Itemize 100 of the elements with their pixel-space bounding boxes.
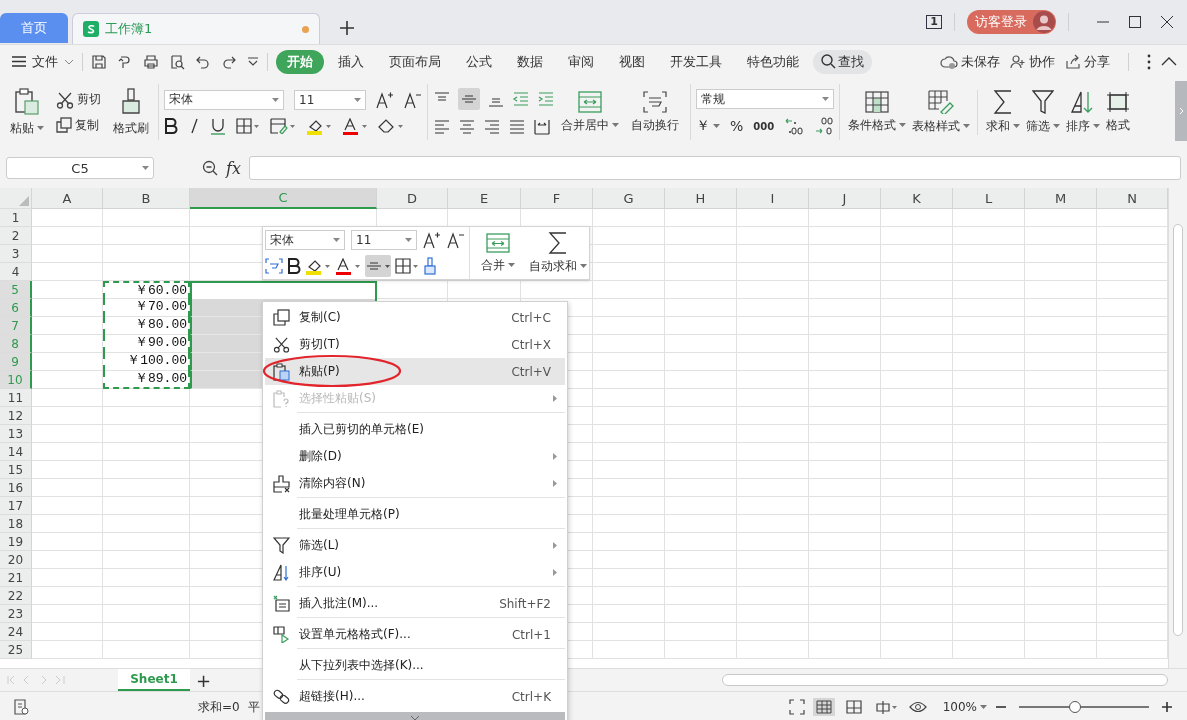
more-icon[interactable]	[1147, 53, 1151, 70]
maximize-icon[interactable]	[1129, 16, 1141, 28]
borders-icon[interactable]	[395, 258, 419, 274]
fullscreen-icon[interactable]	[788, 699, 805, 715]
column-header[interactable]: A	[32, 188, 103, 209]
italic-icon[interactable]	[188, 118, 200, 134]
wrap-text-button[interactable]: 自动换行	[625, 90, 685, 134]
ribbon-tool-button[interactable]: 求和	[977, 89, 1024, 135]
name-box[interactable]: C5	[6, 157, 154, 179]
print-preview-icon[interactable]	[169, 53, 185, 70]
row-header[interactable]: 18	[0, 515, 32, 533]
font-color-icon[interactable]	[342, 117, 368, 135]
justify-icon[interactable]	[508, 118, 526, 136]
font-size-field[interactable]: 11	[294, 89, 366, 110]
zoom-in-icon[interactable]	[1161, 701, 1173, 713]
row-header[interactable]: 3	[0, 245, 32, 263]
copy-button[interactable]: 复制	[56, 116, 101, 134]
bold-icon[interactable]	[164, 118, 178, 134]
font-name-field[interactable]: 宋体	[265, 230, 345, 250]
export-icon[interactable]	[117, 53, 133, 70]
zoom-slider-thumb[interactable]	[1068, 701, 1081, 713]
action-button[interactable]: 未保存	[940, 52, 1000, 71]
ribbon-tab[interactable]: 视图	[608, 49, 656, 74]
menu-item[interactable]: 粘贴(P) Ctrl+V	[265, 358, 565, 385]
distribute-icon[interactable]	[533, 118, 551, 136]
ribbon-tab[interactable]: 插入	[327, 49, 375, 74]
file-menu[interactable]: 文件	[12, 52, 74, 71]
row-header[interactable]: 22	[0, 587, 32, 605]
column-header[interactable]: M	[1025, 188, 1097, 209]
ribbon-tab[interactable]: 页面布局	[378, 49, 452, 74]
eye-icon[interactable]	[908, 700, 927, 714]
align-middle-icon[interactable]	[458, 88, 480, 110]
page-count-badge[interactable]: 1	[926, 15, 942, 29]
zoom-icon[interactable]	[202, 160, 218, 176]
paste-button[interactable]: 粘贴	[6, 87, 48, 137]
add-sheet-button[interactable]: +	[196, 669, 212, 691]
formula-input[interactable]	[248, 156, 1181, 180]
view-button[interactable]	[812, 698, 835, 716]
sheet-tab[interactable]: Sheet1	[118, 669, 190, 691]
underline-icon[interactable]	[210, 117, 226, 135]
align-center-icon[interactable]	[458, 118, 476, 136]
ribbon-tool-button[interactable]: 条件格式	[845, 90, 910, 134]
number-format-field[interactable]: 常规	[696, 89, 834, 109]
increase-decimal-icon[interactable]	[784, 117, 805, 135]
save-icon[interactable]	[91, 53, 107, 70]
row-header[interactable]: 1	[0, 209, 32, 227]
column-header[interactable]: K	[881, 188, 953, 209]
menu-item[interactable]: 复制(C) Ctrl+C	[265, 304, 565, 331]
dropdown-icon[interactable]	[247, 56, 259, 67]
row-header[interactable]: 15	[0, 461, 32, 479]
column-header[interactable]: D	[377, 188, 448, 209]
ribbon-tab[interactable]: 审阅	[557, 49, 605, 74]
format-painter-button[interactable]: 格式刷	[109, 87, 153, 137]
decrease-font-icon[interactable]	[404, 90, 422, 109]
merge-button[interactable]: 合并	[469, 227, 525, 279]
column-header[interactable]: F	[521, 188, 593, 209]
autosum-button[interactable]: 自动求和	[525, 227, 591, 279]
menu-item[interactable]: 清除内容(N)	[265, 470, 565, 497]
row-header[interactable]: 24	[0, 623, 32, 641]
row-header[interactable]: 12	[0, 407, 32, 425]
ribbon-tool-button[interactable]: 排序	[1063, 89, 1104, 135]
column-header[interactable]: L	[953, 188, 1025, 209]
font-size-field[interactable]: 11	[351, 230, 417, 250]
increase-font-icon[interactable]	[376, 90, 394, 109]
ribbon-tool-button[interactable]: 表格样式	[909, 89, 974, 135]
decrease-font-icon[interactable]	[447, 231, 465, 249]
align-left-icon[interactable]	[433, 118, 451, 136]
macro-icon[interactable]	[12, 698, 30, 716]
row-header[interactable]: 2	[0, 227, 32, 245]
row-header[interactable]: 25	[0, 641, 32, 659]
column-header[interactable]: J	[809, 188, 881, 209]
action-button[interactable]: 协作	[1010, 52, 1055, 71]
row-header[interactable]: 23	[0, 605, 32, 623]
print-icon[interactable]	[143, 53, 159, 70]
currency-button[interactable]: ￥	[696, 117, 720, 135]
column-header[interactable]: N	[1097, 188, 1168, 209]
cell-style-icon[interactable]	[270, 118, 296, 134]
bold-icon[interactable]	[287, 258, 301, 274]
column-header[interactable]: H	[665, 188, 737, 209]
row-header[interactable]: 19	[0, 533, 32, 551]
menu-item[interactable]: 删除(D)	[265, 443, 565, 470]
eraser-icon[interactable]	[378, 118, 404, 134]
row-header[interactable]: 21	[0, 569, 32, 587]
close-icon[interactable]	[1161, 16, 1173, 28]
merge-center-button[interactable]: 合并居中	[555, 90, 625, 134]
cut-button[interactable]: 剪切	[56, 90, 101, 109]
decrease-decimal-icon[interactable]	[814, 117, 835, 135]
row-header[interactable]: 16	[0, 479, 32, 497]
row-header[interactable]: 13	[0, 425, 32, 443]
new-tab-icon[interactable]	[340, 21, 354, 35]
column-header[interactable]: B	[103, 188, 190, 209]
menu-item[interactable]: 排序(U)	[265, 559, 565, 586]
font-name-field[interactable]: 宋体	[164, 89, 284, 110]
row-header[interactable]: 4	[0, 263, 32, 281]
increase-font-icon[interactable]	[423, 231, 441, 249]
ribbon-tab[interactable]: 开发工具	[659, 49, 733, 74]
ribbon-tab[interactable]: 公式	[455, 49, 503, 74]
row-header[interactable]: 14	[0, 443, 32, 461]
vertical-scrollbar[interactable]	[1168, 188, 1187, 668]
percent-button[interactable]: %	[730, 118, 744, 134]
